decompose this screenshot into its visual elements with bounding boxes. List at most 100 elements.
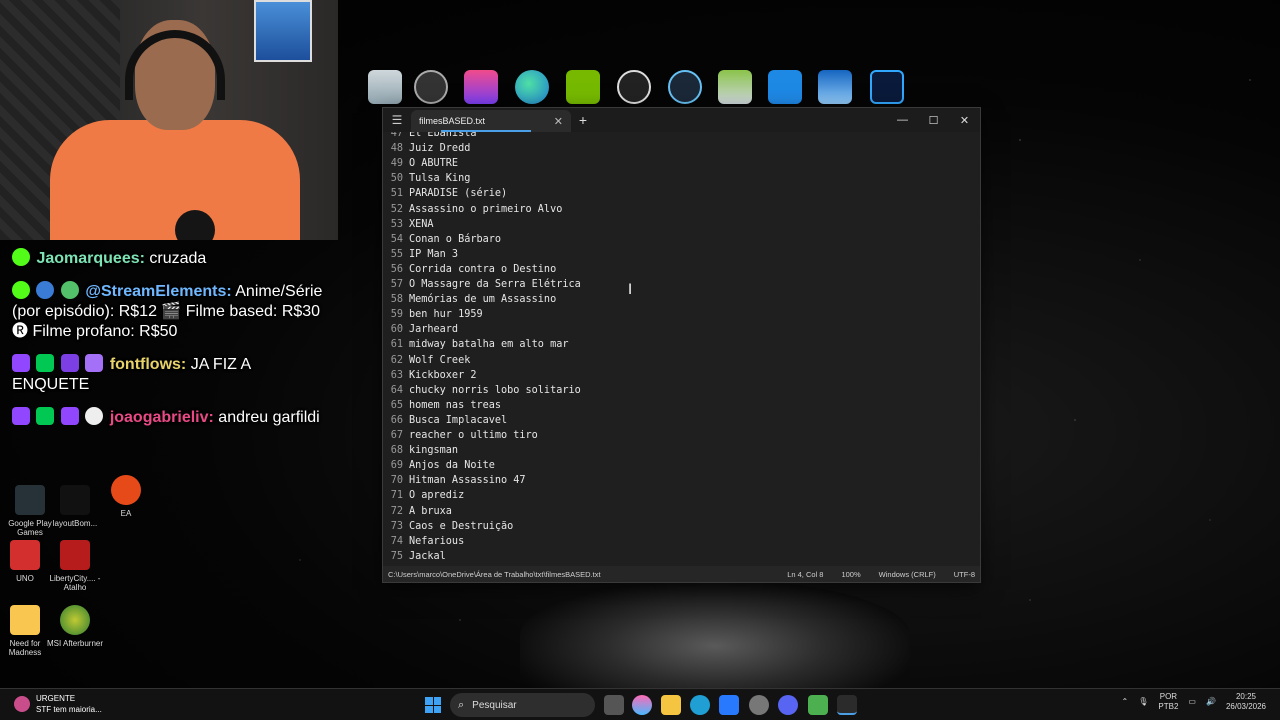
file-path: C:\Users\marco\OneDrive\Área de Trabalho… [388,569,601,579]
editor-line[interactable]: 51 PARADISE (série) [383,188,507,203]
line-ending[interactable]: Windows (CRLF) [879,570,936,579]
editor-line[interactable]: 63 Kickboxer 2 [383,369,477,385]
edge-icon[interactable] [515,70,549,104]
editor-line[interactable]: 53 XENA [383,219,434,234]
editor-line[interactable]: 75 Jackal [383,551,446,566]
editor-line[interactable]: 68 kingsman [383,445,458,460]
editor-line[interactable]: 71 O aprediz [383,490,464,505]
editor-line[interactable]: 58 Memórias de um Assassino [383,294,556,309]
tool-icon[interactable] [718,70,752,104]
news-widget[interactable]: URGENTE STF tem maioria... [14,693,102,715]
app-icon[interactable] [808,695,828,715]
line-text: Hitman Assassino 47 [409,475,526,487]
microphone-icon[interactable]: 🎙 [1138,697,1148,707]
webcam-overlay [0,0,338,240]
line-number: 69 [390,460,403,472]
menu-icon[interactable]: ☰ [383,113,411,127]
language-indicator[interactable]: POR PTB2 [1158,692,1178,712]
camera-app-icon[interactable] [768,70,802,104]
desktop-icon-ea[interactable]: EA [96,475,156,518]
editor-line[interactable]: 67 reacher o ultimo tiro [383,430,538,445]
nvidia-icon[interactable] [566,70,600,104]
text-editor[interactable]: 75 Jackal 74 Nefarious 73 Caos e Destruição 72… [383,132,980,566]
sword-badge-icon [36,407,55,425]
recycle-bin-icon[interactable] [368,70,402,104]
editor-line[interactable]: 74 Nefarious [383,536,464,551]
editor-line[interactable]: 69 Anjos da Noite [383,460,495,475]
obs-icon[interactable] [414,70,448,104]
editor-line[interactable]: 48 Juiz Dredd [383,143,471,158]
editor-line[interactable]: 57 O Massagre da Serra Elétrica [383,279,581,294]
notepad-taskbar-icon[interactable] [837,695,857,715]
clock[interactable]: 20:25 26/03/2026 [1226,692,1266,712]
desktop-icon-libertycity[interactable]: LibertyCity.... - Atalho [45,540,105,592]
task-view-icon[interactable] [604,695,624,715]
bot-badge-icon [36,281,55,299]
maximize-button[interactable]: ☐ [918,114,949,127]
line-number: 75 [390,550,403,562]
settings-icon[interactable] [749,695,769,715]
copilot-icon[interactable] [632,695,652,715]
encoding[interactable]: UTF-8 [954,570,975,579]
editor-line[interactable]: 61 midway batalha em alto mar [383,339,569,354]
line-text: Kickboxer 2 [409,369,477,381]
editor-line[interactable]: 49 O ABUTRE [383,158,458,173]
search-box[interactable]: ⌕ Pesquisar [450,693,595,717]
editor-line[interactable]: 65 homem nas treas [383,400,501,415]
discord-icon[interactable] [778,695,798,715]
editor-line[interactable]: 47 El Ebanista [383,132,477,143]
line-number: 61 [390,339,403,351]
line-text: midway batalha em alto mar [409,339,569,351]
editor-line[interactable]: 50 Tulsa King [383,173,471,188]
zoom-level[interactable]: 100% [841,570,860,579]
editor-line[interactable]: 52 Assassino o primeiro Alvo [383,204,563,219]
line-text: Corrida contra o Destino [409,263,557,275]
chat-message: @StreamElements: Anime/Série (por episód… [12,281,332,342]
file-explorer-icon[interactable] [661,695,681,715]
network-icon[interactable]: ▭ [1188,697,1196,707]
rocket-league-icon[interactable] [818,70,852,104]
close-window-button[interactable]: ✕ [949,114,980,127]
kick-badge-icon [12,248,30,266]
line-text: XENA [409,218,434,230]
edge-taskbar-icon[interactable] [690,695,710,715]
minimize-button[interactable]: — [887,114,918,126]
uno-icon [10,540,40,570]
google-play-games-icon [15,485,45,515]
new-tab-button[interactable]: + [571,112,595,128]
volume-icon[interactable]: 🔊 [1206,697,1216,707]
editor-line[interactable]: 72 A bruxa [383,506,452,521]
line-number: 51 [390,188,403,200]
notepad-window[interactable]: ☰ filmesBASED.txt ✕ + — ☐ ✕ 75 Jackal 74 Ne… [382,107,981,583]
close-tab-icon[interactable]: ✕ [554,115,563,128]
photos-icon[interactable] [719,695,739,715]
editor-line[interactable]: 64 chucky norris lobo solitario [383,385,581,400]
editor-line[interactable]: 56 Corrida contra o Destino [383,264,556,279]
line-text: Caos e Destruição [409,520,514,532]
line-number: 64 [390,384,403,396]
photoshop-icon[interactable] [870,70,904,104]
windows-start-icon[interactable] [425,697,441,713]
tab-title: filmesBASED.txt [419,116,486,126]
cursor-position[interactable]: Ln 4, Col 8 [787,570,823,579]
tab-filmesbased[interactable]: filmesBASED.txt ✕ [411,110,571,132]
line-number: 67 [390,430,403,441]
editor-line[interactable]: 70 Hitman Assassino 47 [383,475,526,490]
ea-icon [111,475,141,505]
editor-line[interactable]: 60 Jarheard [383,324,458,339]
desktop-icon-msi-afterburner[interactable]: MSI Afterburner [45,605,105,648]
editor-line[interactable]: 54 Conan o Bárbaro [383,234,501,249]
editor-line[interactable]: 66 Busca Implacavel [383,415,507,430]
editor-line[interactable]: 55 IP Man 3 [383,249,458,264]
game-launcher-icon[interactable] [464,70,498,104]
chat-message: fontflows: JA FIZ A ENQUETE [12,354,332,395]
editor-line[interactable]: 73 Caos e Destruição [383,520,514,536]
editor-line[interactable]: 62 Wolf Creek [383,355,471,370]
title-bar[interactable]: ☰ filmesBASED.txt ✕ + — ☐ ✕ [383,108,980,132]
obs-studio-icon[interactable] [617,70,651,104]
taskbar: URGENTE STF tem maioria... ⌕ Pesquisar ⌃… [0,688,1280,720]
line-text: PARADISE (série) [409,188,508,200]
editor-line[interactable]: 59 ben hur 1959 [383,309,483,324]
chevron-up-icon[interactable]: ⌃ [1122,697,1129,707]
steam-icon[interactable] [668,70,702,104]
